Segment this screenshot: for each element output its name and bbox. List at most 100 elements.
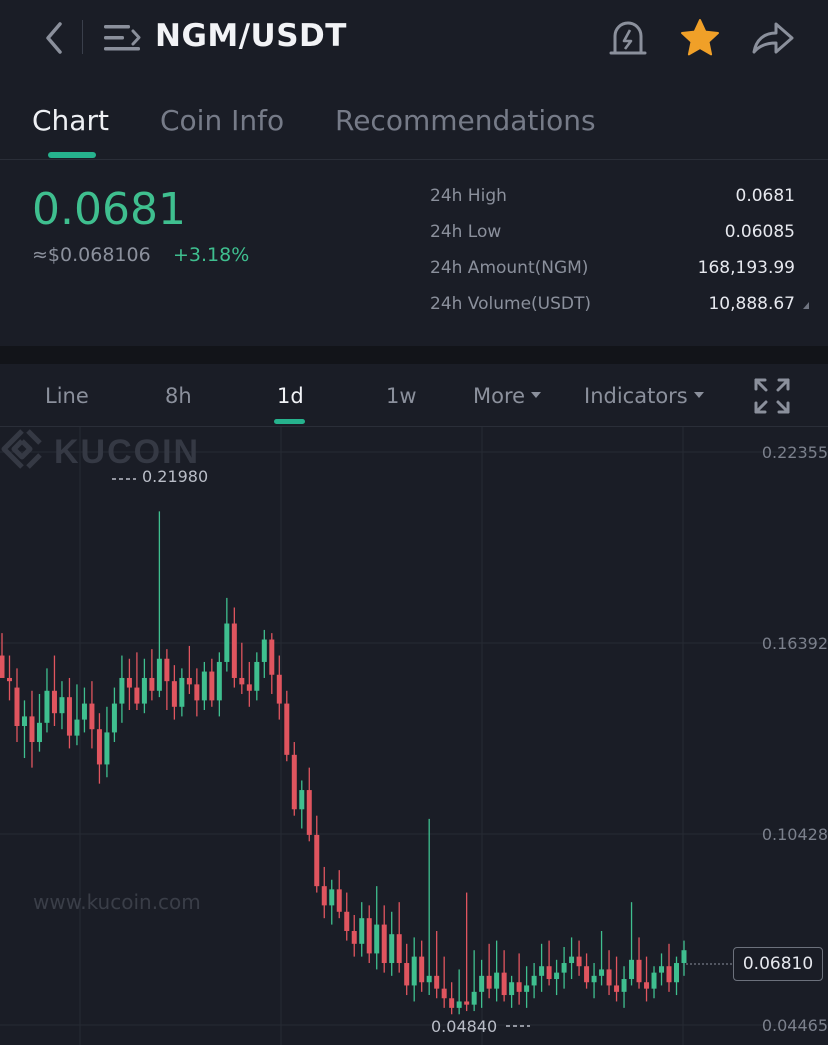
candle-body xyxy=(644,982,650,989)
candle-body xyxy=(464,1001,470,1005)
candle-body xyxy=(224,623,230,662)
candle-body xyxy=(554,972,560,980)
more-dropdown[interactable]: More xyxy=(473,384,542,408)
fullscreen-icon[interactable] xyxy=(752,376,792,416)
svg-text:KUCOIN: KUCOIN xyxy=(54,433,200,471)
tabs-divider xyxy=(0,159,828,160)
candle-body xyxy=(149,677,155,691)
candle-body xyxy=(381,924,387,964)
candle-body xyxy=(0,655,5,678)
candle-body xyxy=(51,690,57,714)
high-marker-label: 0.21980 xyxy=(142,467,209,486)
candle-body xyxy=(471,991,477,1005)
candle-body xyxy=(494,972,500,989)
candle-body xyxy=(239,677,245,685)
menu-icon[interactable] xyxy=(102,22,142,54)
stat-label-24h-low: 24h Low xyxy=(430,222,502,242)
stat-value-24h-low: 0.06085 xyxy=(724,222,795,242)
candle-body xyxy=(576,956,582,967)
candle-body xyxy=(501,972,507,996)
candle-body xyxy=(419,956,425,983)
indicators-dropdown[interactable]: Indicators xyxy=(584,384,704,408)
stat-label-24h-high: 24h High xyxy=(430,186,507,206)
candle-body xyxy=(291,754,297,810)
tab-recommendations[interactable]: Recommendations xyxy=(335,104,596,137)
candle-body xyxy=(276,674,282,704)
candle-body xyxy=(344,911,350,931)
candle-body xyxy=(606,969,612,986)
candle-body xyxy=(306,790,312,835)
chevron-down-icon xyxy=(693,392,704,398)
candle-body xyxy=(126,677,132,688)
candle-body xyxy=(254,661,260,691)
candle-body xyxy=(96,729,102,765)
candle-body xyxy=(186,677,192,685)
candle-body xyxy=(441,988,447,999)
pair-title[interactable]: NGM/USDT xyxy=(155,18,347,54)
candle-body xyxy=(179,677,185,707)
candle-body xyxy=(374,924,380,954)
last-price: 0.0681 xyxy=(32,184,186,235)
candle-body xyxy=(569,956,575,964)
candle-body xyxy=(29,716,35,743)
watermark-url: www.kucoin.com xyxy=(33,890,201,914)
candle-body xyxy=(329,889,335,906)
indicators-label: Indicators xyxy=(584,384,688,408)
candle-body xyxy=(6,677,12,682)
candle-body xyxy=(449,998,455,1008)
chart-canvas xyxy=(0,427,828,1045)
share-icon[interactable] xyxy=(748,16,796,60)
stat-value-24h-amount: 168,193.99 xyxy=(697,258,795,278)
candle-body xyxy=(531,975,537,986)
chevron-down-icon xyxy=(531,392,542,398)
back-icon[interactable] xyxy=(40,18,72,58)
favorite-star-icon[interactable] xyxy=(678,16,722,60)
price-alert-icon[interactable] xyxy=(606,16,650,60)
y-axis-label: 0.22355 xyxy=(761,443,828,462)
candle-body xyxy=(629,959,635,980)
active-interval-indicator xyxy=(274,419,305,424)
candle-body xyxy=(299,790,305,810)
tab-coin-info[interactable]: Coin Info xyxy=(160,104,284,137)
stat-value-24h-volume[interactable]: 10,888.67 xyxy=(708,294,795,314)
candle-body xyxy=(134,687,140,704)
candle-body xyxy=(404,963,410,986)
candle-body xyxy=(66,697,72,736)
candle-body xyxy=(411,956,417,986)
candle-body xyxy=(621,979,627,992)
candle-body xyxy=(14,687,20,727)
candlestick-chart[interactable]: KUCOIN www.kucoin.com 0.22355 0.16392 0.… xyxy=(0,427,828,1045)
candle-body xyxy=(546,966,552,980)
candle-body xyxy=(261,639,267,662)
candle-body xyxy=(44,690,50,723)
candle-body xyxy=(674,963,680,983)
candle-body xyxy=(426,975,432,983)
low-marker-label: 0.04840 xyxy=(431,1017,498,1036)
candle-body xyxy=(366,918,372,954)
tab-chart[interactable]: Chart xyxy=(32,104,109,137)
candle-body xyxy=(321,886,327,906)
y-axis-label: 0.10428 xyxy=(761,825,828,844)
candle-body xyxy=(59,697,65,714)
interval-1w[interactable]: 1w xyxy=(386,384,417,408)
interval-line[interactable]: Line xyxy=(45,384,89,408)
candle-body xyxy=(246,684,252,691)
candle-body xyxy=(636,959,642,983)
price-change: +3.18% xyxy=(173,244,250,266)
candle-body xyxy=(111,703,117,733)
candle-body xyxy=(666,966,672,983)
interval-1d[interactable]: 1d xyxy=(277,384,304,408)
candle-body xyxy=(201,671,207,701)
interval-8h[interactable]: 8h xyxy=(165,384,192,408)
y-axis-label: 0.04465 xyxy=(761,1016,828,1035)
candle-body xyxy=(486,975,492,989)
candle-body xyxy=(456,1001,462,1008)
volume-caret-icon[interactable] xyxy=(803,302,809,309)
candle-body xyxy=(231,623,237,678)
candle-body xyxy=(81,703,87,720)
active-tab-indicator xyxy=(48,152,96,158)
candle-body xyxy=(164,658,170,682)
candle-body xyxy=(171,681,177,707)
candle-body xyxy=(216,661,222,701)
candle-body xyxy=(314,834,320,887)
